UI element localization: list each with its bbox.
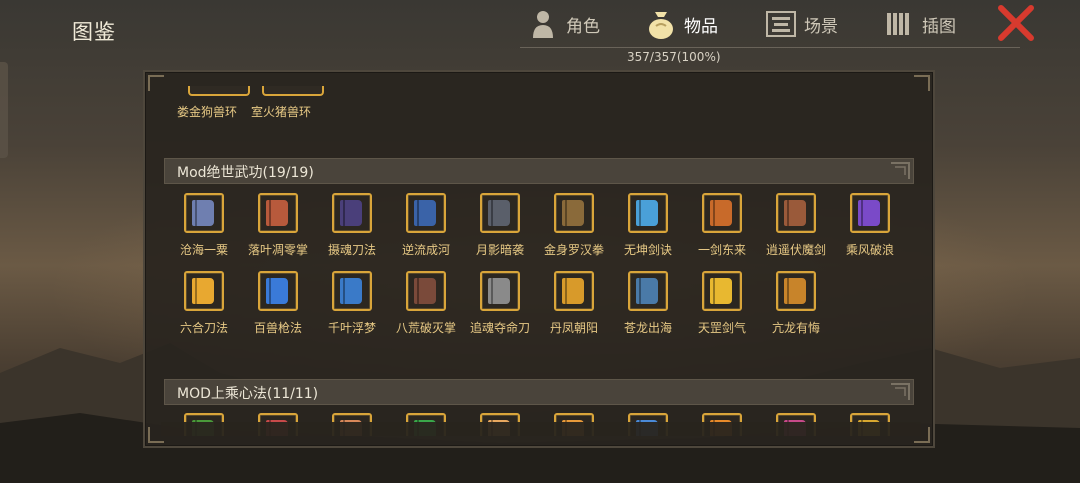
section-title: Mod绝世武功(19/19) [177,165,314,181]
item-label: 苍龙出海 [623,321,672,335]
section-corner-icon [891,162,910,179]
tab-illustration[interactable]: 插图 [884,8,956,40]
tab-items-label: 物品 [684,16,718,37]
item-label: 一剑东来 [697,243,746,257]
item-book-icon [562,200,584,226]
item-slot[interactable] [628,271,668,311]
section-corner-icon [891,383,910,400]
page-title: 图鉴 [72,20,116,44]
item-slot[interactable] [258,271,298,311]
item-book-icon [414,278,436,304]
side-drawer-handle[interactable] [0,62,8,158]
section-title: MOD上乘心法(11/11) [177,386,319,402]
scene-icon [766,8,796,40]
item-label: 亢龙有悔 [771,321,820,335]
section-header-mod-inner-arts[interactable]: MOD上乘心法(11/11) [164,379,914,405]
tab-items[interactable]: 物品 [646,8,718,40]
item-book-icon [784,200,806,226]
close-icon [998,5,1034,41]
character-icon [528,8,558,40]
tabs-divider [520,47,1020,48]
item-slot[interactable] [628,193,668,233]
collection-progress: 357/357(100%) [627,50,721,64]
partial-item-slot[interactable] [262,86,324,96]
item-label: 百兽枪法 [253,321,302,335]
scroll-clip [161,422,921,436]
tab-character-label: 角色 [566,16,600,37]
tab-illustration-label: 插图 [922,16,956,37]
item-slot[interactable] [554,271,594,311]
item-label: 无坤剑诀 [623,243,672,257]
item-label: 室火猪兽环 [250,105,311,119]
item-label: 追魂夺命刀 [469,321,530,335]
item-slot[interactable] [776,193,816,233]
item-book-icon [192,278,214,304]
tab-character[interactable]: 角色 [528,8,600,40]
item-label: 娄金狗兽环 [176,105,237,119]
item-book-icon [784,278,806,304]
item-book-icon [488,278,510,304]
section-header-mod-martial-arts[interactable]: Mod绝世武功(19/19) [164,158,914,184]
item-label: 八荒破灭掌 [395,321,456,335]
item-label: 乘风破浪 [845,243,894,257]
partial-item-slot[interactable] [188,86,250,96]
item-book-icon [636,278,658,304]
item-slot[interactable] [554,193,594,233]
item-book-icon [340,200,362,226]
item-label: 摄魂刀法 [327,243,376,257]
item-label: 月影暗袭 [475,243,524,257]
item-label: 沧海一粟 [179,243,228,257]
item-slot[interactable] [702,193,742,233]
items-scroll-area[interactable]: 娄金狗兽环 室火猪兽环 Mod绝世武功(19/19) MOD上乘心法(11/11… [161,76,921,436]
item-label: 逆流成河 [401,243,450,257]
item-slot[interactable] [258,193,298,233]
item-book-icon [192,200,214,226]
item-slot[interactable] [850,193,890,233]
item-label: 落叶凋零掌 [247,243,308,257]
illustration-icon [884,8,914,40]
item-book-icon [414,200,436,226]
collection-panel: 娄金狗兽环 室火猪兽环 Mod绝世武功(19/19) MOD上乘心法(11/11… [143,70,935,448]
item-slot[interactable] [776,271,816,311]
tab-scene[interactable]: 场景 [766,8,838,40]
item-book-icon [266,278,288,304]
item-label: 金身罗汉拳 [543,243,604,257]
item-book-icon [562,278,584,304]
item-slot[interactable] [480,193,520,233]
item-slot[interactable] [332,193,372,233]
item-book-icon [636,200,658,226]
item-label: 千叶浮梦 [327,321,376,335]
item-slot[interactable] [480,271,520,311]
item-slot[interactable] [184,271,224,311]
item-label: 六合刀法 [179,321,228,335]
item-book-icon [340,278,362,304]
item-slot[interactable] [184,193,224,233]
item-label: 天罡剑气 [697,321,746,335]
item-book-icon [710,278,732,304]
tab-scene-label: 场景 [804,16,838,37]
item-book-icon [858,200,880,226]
item-label: 丹凤朝阳 [549,321,598,335]
item-slot[interactable] [406,271,446,311]
item-bag-icon [646,8,676,40]
item-book-icon [710,200,732,226]
item-label: 逍遥伏魔剑 [765,243,826,257]
close-button[interactable] [996,4,1036,42]
item-slot[interactable] [406,193,446,233]
item-slot[interactable] [702,271,742,311]
item-book-icon [488,200,510,226]
item-book-icon [266,200,288,226]
item-slot[interactable] [332,271,372,311]
